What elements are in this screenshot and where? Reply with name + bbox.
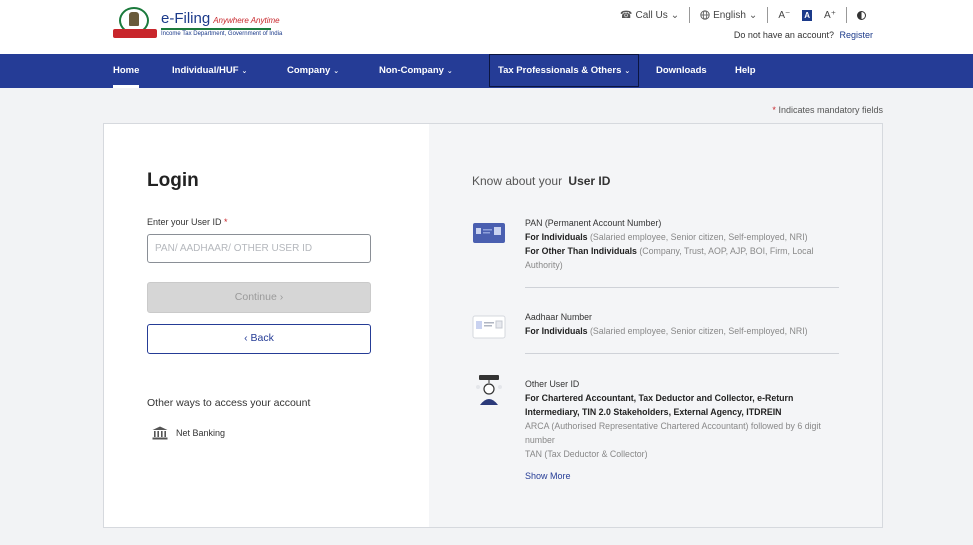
mandatory-note: * Indicates mandatory fields bbox=[772, 105, 883, 115]
chevron-left-icon: ‹ bbox=[244, 332, 248, 344]
pan-individuals-desc: (Salaried employee, Senior citizen, Self… bbox=[587, 232, 808, 242]
language-select[interactable]: English ⌄ bbox=[690, 7, 767, 23]
top-header: e-Filing Anywhere Anytime Income Tax Dep… bbox=[0, 0, 973, 54]
register-link[interactable]: Register bbox=[839, 30, 873, 40]
logo-title: e-Filing bbox=[161, 9, 211, 27]
pan-other-label: For Other Than Individuals bbox=[525, 246, 637, 256]
contrast-toggle-icon[interactable] bbox=[857, 10, 866, 20]
aadhaar-info: Aadhaar Number For Individuals (Salaried… bbox=[472, 310, 842, 350]
net-banking-label: Net Banking bbox=[176, 428, 226, 438]
user-id-info-panel: Know about your User ID PAN (Permanent A… bbox=[429, 124, 882, 527]
aadhaar-card-icon bbox=[472, 314, 506, 340]
call-us-label: Call Us bbox=[635, 9, 668, 21]
chevron-down-icon: ⌄ bbox=[333, 68, 340, 75]
phone-icon: ☎ bbox=[620, 9, 633, 21]
chevron-down-icon: ⌄ bbox=[748, 9, 758, 21]
tan-desc: TAN (Tax Deductor & Collector) bbox=[525, 449, 648, 459]
bank-icon bbox=[152, 426, 168, 440]
national-emblem-icon bbox=[113, 7, 157, 39]
efiling-logo[interactable]: e-Filing Anywhere Anytime Income Tax Dep… bbox=[113, 7, 282, 39]
nav-individual-huf[interactable]: Individual/HUF ⌄ bbox=[172, 54, 247, 88]
chevron-down-icon: ⌄ bbox=[241, 68, 248, 75]
arca-desc: ARCA (Authorised Representative Chartere… bbox=[525, 421, 821, 445]
login-panel: Login Enter your User ID * Continue › ‹ … bbox=[104, 124, 429, 527]
chevron-down-icon: ⌄ bbox=[624, 68, 631, 75]
logo-subtitle: Income Tax Department, Government of Ind… bbox=[161, 30, 283, 37]
pan-title: PAN (Permanent Account Number) bbox=[525, 218, 662, 228]
pan-info: PAN (Permanent Account Number) For Indiv… bbox=[472, 216, 842, 286]
aadhaar-title: Aadhaar Number bbox=[525, 312, 592, 322]
professional-user-icon bbox=[472, 375, 506, 409]
register-line: Do not have an account? Register bbox=[734, 30, 873, 40]
nav-downloads[interactable]: Downloads bbox=[656, 54, 707, 88]
net-banking-link[interactable]: Net Banking bbox=[152, 426, 225, 440]
chevron-down-icon: ⌄ bbox=[670, 9, 680, 21]
header-tools: ☎ Call Us ⌄ English ⌄ A⁻ A A⁺ bbox=[610, 7, 876, 23]
call-us-button[interactable]: ☎ Call Us ⌄ bbox=[610, 7, 689, 23]
pan-individuals-label: For Individuals bbox=[525, 232, 588, 242]
font-decrease-button[interactable]: A⁻ bbox=[778, 10, 790, 21]
no-account-text: Do not have an account? bbox=[733, 30, 834, 40]
know-user-id-heading: Know about your User ID bbox=[472, 174, 611, 188]
user-id-label: Enter your User ID * bbox=[147, 217, 228, 227]
aadhaar-individuals-label: For Individuals bbox=[525, 326, 588, 336]
page-title: Login bbox=[147, 170, 199, 191]
chevron-down-icon: ⌄ bbox=[446, 68, 453, 75]
login-card: Login Enter your User ID * Continue › ‹ … bbox=[103, 123, 883, 528]
nav-company[interactable]: Company ⌄ bbox=[287, 54, 339, 88]
continue-button[interactable]: Continue › bbox=[147, 282, 371, 313]
other-user-id-info: Other User ID For Chartered Accountant, … bbox=[472, 375, 842, 467]
main-nav: Home Individual/HUF ⌄ Company ⌄ Non-Compan… bbox=[0, 54, 973, 88]
chevron-right-icon: › bbox=[279, 291, 284, 303]
logo-tagline: Anywhere Anytime bbox=[213, 15, 280, 25]
pan-card-icon bbox=[472, 222, 506, 248]
nav-home[interactable]: Home bbox=[113, 54, 140, 88]
nav-help[interactable]: Help bbox=[735, 54, 756, 88]
globe-icon bbox=[700, 10, 710, 20]
nav-non-company[interactable]: Non-Company ⌄ bbox=[379, 54, 453, 88]
font-increase-button[interactable]: A⁺ bbox=[824, 10, 836, 21]
nav-tax-professionals[interactable]: Tax Professionals & Others ⌄ bbox=[489, 54, 640, 87]
other-user-id-categories: For Chartered Accountant, Tax Deductor a… bbox=[525, 393, 794, 417]
other-user-id-title: Other User ID bbox=[525, 379, 580, 389]
show-more-link[interactable]: Show More bbox=[525, 471, 571, 481]
back-button[interactable]: ‹ Back bbox=[147, 324, 371, 354]
user-id-input[interactable] bbox=[147, 234, 371, 263]
language-label: English bbox=[713, 9, 746, 21]
font-normal-button[interactable]: A bbox=[802, 9, 813, 21]
other-ways-heading: Other ways to access your account bbox=[147, 397, 311, 409]
aadhaar-individuals-desc: (Salaried employee, Senior citizen, Self… bbox=[587, 326, 808, 336]
